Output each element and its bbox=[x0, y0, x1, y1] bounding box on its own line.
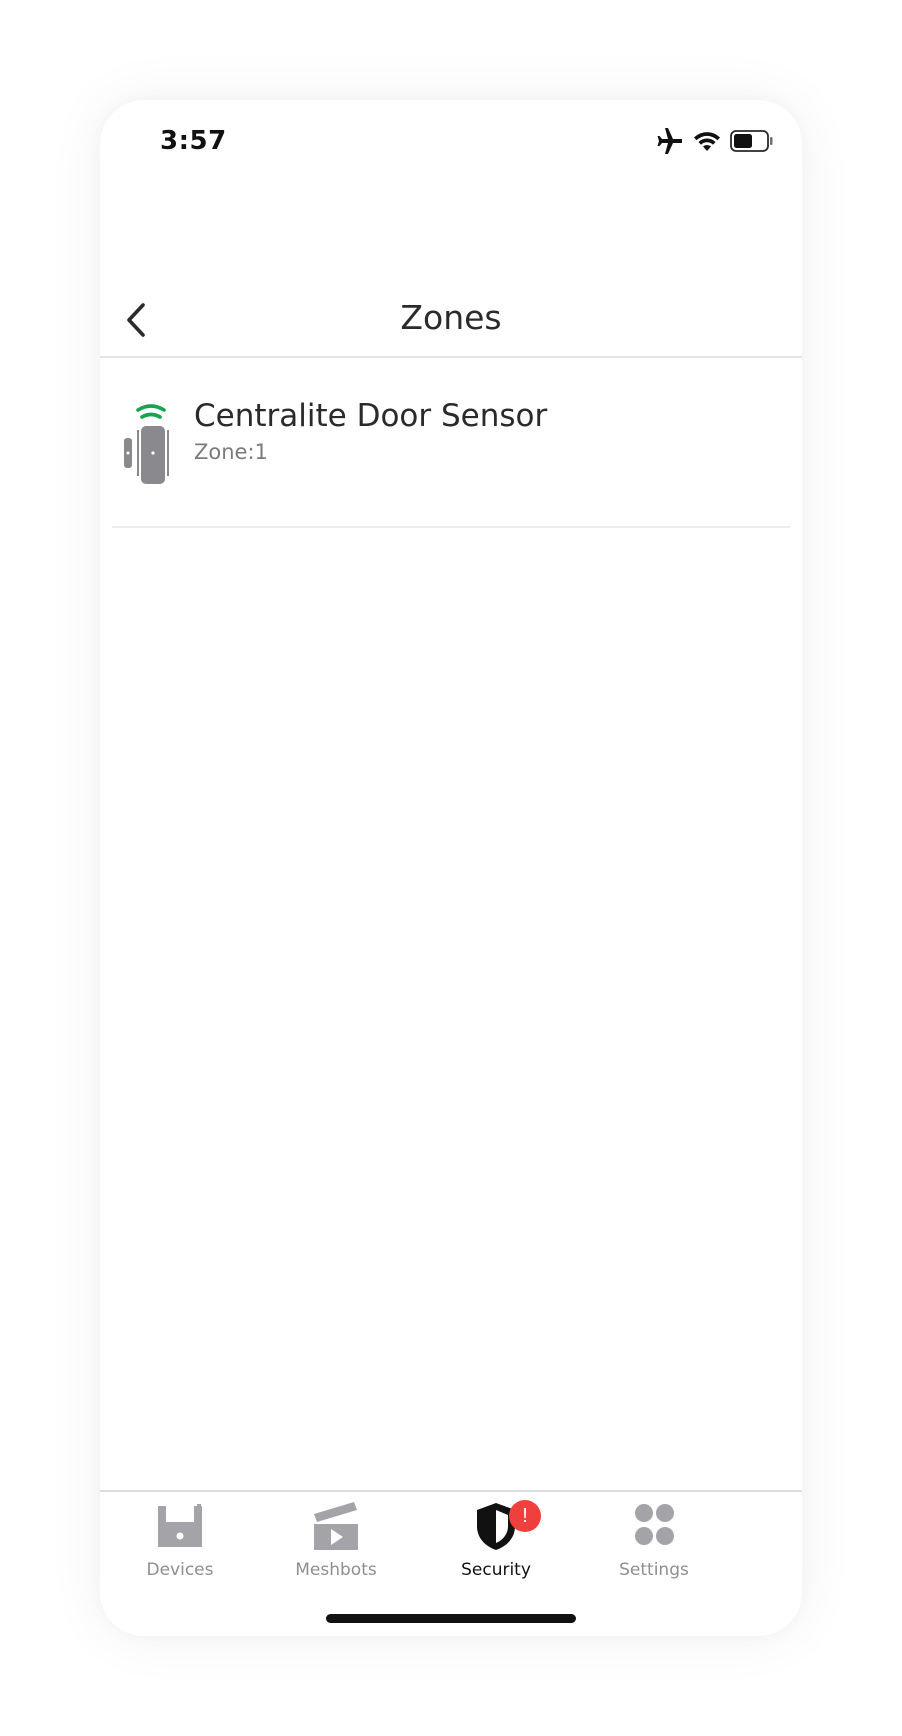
security-alert-badge: ! bbox=[509, 1500, 541, 1532]
status-icons bbox=[656, 128, 774, 154]
battery-icon bbox=[730, 130, 773, 152]
phone-frame: 3:57 Zones Centralite Door Sensor Zone:1… bbox=[100, 100, 802, 1636]
tab-meshbots[interactable]: Meshbots bbox=[266, 1500, 406, 1580]
wifi-icon bbox=[694, 132, 720, 151]
zone-name: Centralite Door Sensor bbox=[194, 398, 548, 434]
meshbots-icon bbox=[314, 1502, 358, 1550]
devices-icon bbox=[158, 1504, 202, 1547]
nav-header: Zones bbox=[100, 260, 802, 358]
zone-number: Zone:1 bbox=[194, 440, 268, 464]
zone-row-centralite-door-sensor[interactable]: Centralite Door Sensor Zone:1 bbox=[112, 358, 790, 528]
page-title: Zones bbox=[400, 298, 502, 337]
home-indicator[interactable] bbox=[326, 1614, 576, 1623]
tab-devices[interactable]: Devices bbox=[110, 1500, 250, 1580]
tab-label-devices: Devices bbox=[146, 1560, 214, 1580]
zone-list: Centralite Door Sensor Zone:1 bbox=[112, 358, 790, 528]
screen-background: 3:57 Zones Centralite Door Sensor Zone:1… bbox=[0, 0, 902, 1736]
tab-settings[interactable]: Settings bbox=[584, 1500, 724, 1580]
tab-label-security: Security bbox=[461, 1560, 531, 1580]
airplane-icon bbox=[657, 128, 682, 154]
tab-label-meshbots: Meshbots bbox=[295, 1560, 377, 1580]
door-sensor-icon bbox=[124, 404, 169, 484]
tab-label-settings: Settings bbox=[619, 1560, 689, 1580]
settings-grid-icon bbox=[635, 1504, 674, 1545]
status-time: 3:57 bbox=[160, 126, 227, 156]
status-bar: 3:57 bbox=[100, 100, 802, 180]
tab-security[interactable]: ! Security bbox=[426, 1500, 566, 1580]
